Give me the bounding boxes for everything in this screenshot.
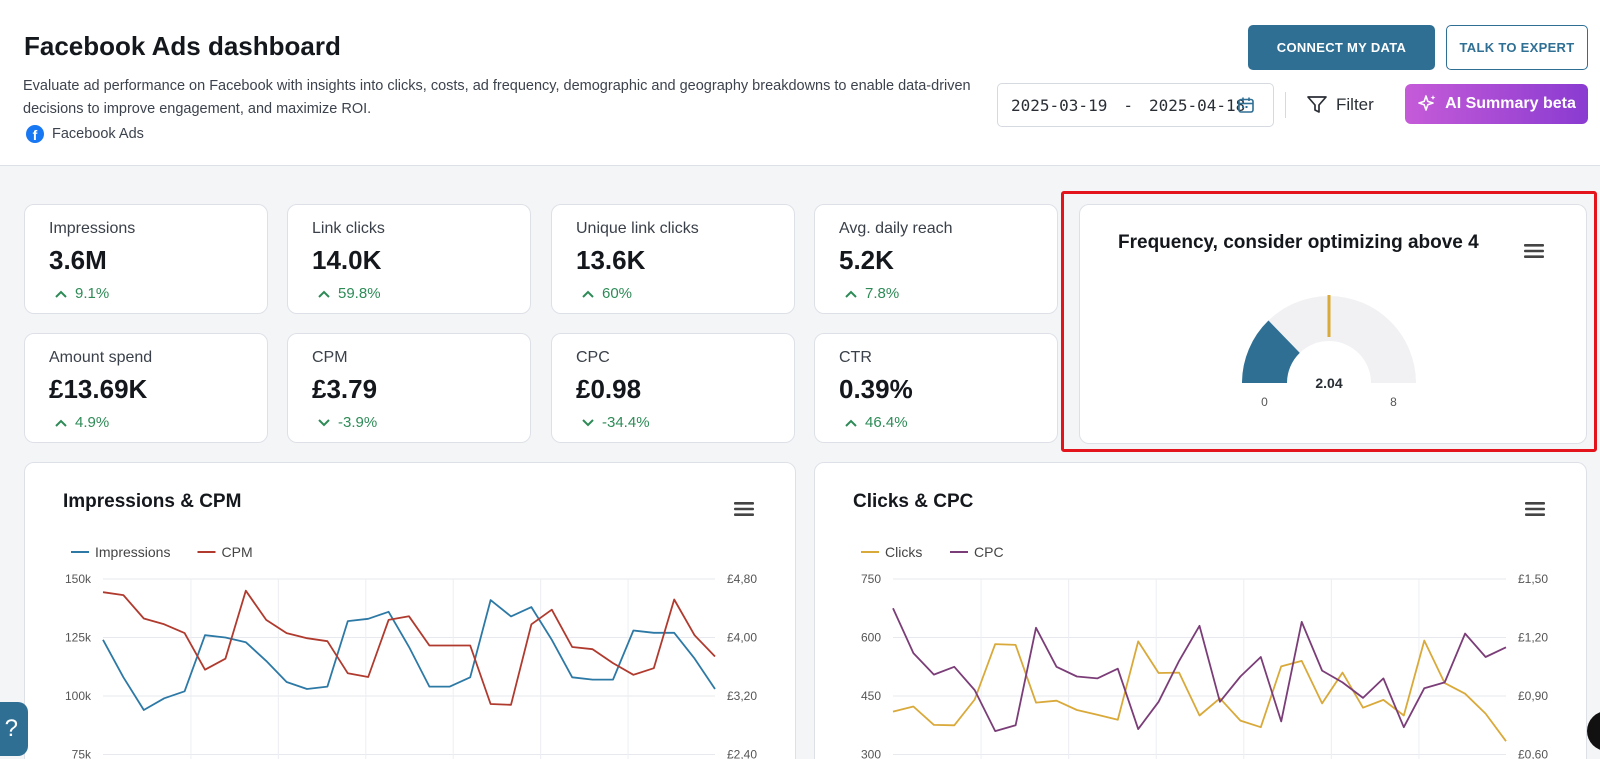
- dashboard-header: Facebook Ads dashboard Evaluate ad perfo…: [0, 0, 1600, 166]
- legend-label: Clicks: [885, 544, 922, 560]
- kpi-delta-value: 59.8%: [338, 285, 381, 302]
- kpi-delta-value: 60%: [602, 285, 633, 302]
- kpi-card: Link clicks 14.0K 59.8%: [287, 204, 531, 314]
- kpi-value: £13.69K: [49, 374, 148, 404]
- highlight-box: [1061, 191, 1597, 452]
- series-line-clicks: [892, 639, 1507, 742]
- filter-button[interactable]: Filter: [1306, 91, 1374, 119]
- legend-label: CPC: [974, 544, 1004, 560]
- date-range-picker[interactable]: 2025-03-19 - 2025-04-18: [997, 83, 1274, 127]
- kpi-delta: 9.1%: [55, 285, 109, 302]
- kpi-card: CPC £0.98 -34.4%: [551, 333, 795, 443]
- y-tick-label: 450: [861, 689, 881, 703]
- trend-up-icon: [318, 290, 330, 298]
- trend-up-icon: [582, 290, 594, 298]
- facebook-icon: f: [26, 125, 44, 143]
- kpi-value: 3.6M: [49, 245, 107, 275]
- y-tick-label: 150k: [65, 572, 92, 586]
- trend-down-icon: [318, 418, 330, 426]
- y-tick-label: 750: [861, 572, 881, 586]
- page-title: Facebook Ads dashboard: [24, 31, 341, 61]
- y-tick-label: 100k: [65, 689, 92, 703]
- kpi-card: Impressions 3.6M 9.1%: [24, 204, 268, 314]
- ai-summary-button[interactable]: AI Summary beta: [1405, 84, 1588, 124]
- kpi-delta: -34.4%: [582, 414, 650, 431]
- kpi-label: Amount spend: [49, 349, 153, 366]
- y2-tick-label: £0,60: [1518, 748, 1548, 759]
- kpi-delta: 46.4%: [845, 414, 908, 431]
- sparkle-icon: [1418, 95, 1436, 111]
- y2-tick-label: £4,00: [727, 631, 757, 645]
- data-source: f Facebook Ads: [26, 125, 144, 143]
- y-tick-label: 125k: [65, 631, 92, 645]
- date-to: 2025-04-18: [1148, 95, 1246, 115]
- ai-summary-label: AI Summary beta: [1445, 95, 1576, 112]
- y-tick-label: 600: [861, 631, 881, 645]
- kpi-delta-value: 46.4%: [865, 414, 908, 431]
- connect-my-data-button[interactable]: CONNECT MY DATA: [1248, 25, 1435, 70]
- talk-to-expert-button[interactable]: TALK TO EXPERT: [1446, 25, 1588, 70]
- trend-up-icon: [845, 290, 857, 298]
- y2-tick-label: £4,80: [727, 572, 757, 586]
- trend-up-icon: [55, 419, 67, 427]
- kpi-value: £3.79: [312, 374, 378, 404]
- kpi-card: Unique link clicks 13.6K 60%: [551, 204, 795, 314]
- impressions-cpm-chart: 150k £4,80 125k £4,00 100k £3,20 75k £2,40 Impre…: [65, 544, 757, 759]
- calendar-icon: [1238, 97, 1254, 113]
- kpi-label: Impressions: [49, 220, 136, 237]
- kpi-value: 0.39%: [839, 374, 913, 404]
- filter-label: Filter: [1336, 95, 1374, 114]
- kpi-delta: 7.8%: [845, 285, 899, 302]
- kpi-card: CPM £3.79 -3.9%: [287, 333, 531, 443]
- y-tick-label: 300: [861, 748, 881, 759]
- y2-tick-label: £1,50: [1518, 572, 1548, 586]
- kpi-delta: 4.9%: [55, 414, 109, 431]
- page-description: Evaluate ad performance on Facebook with…: [23, 78, 971, 117]
- kpi-value: 5.2K: [839, 245, 894, 275]
- legend-label: Impressions: [95, 544, 170, 560]
- trend-up-icon: [55, 290, 67, 298]
- kpi-label: CTR: [839, 349, 872, 366]
- trend-down-icon: [582, 418, 594, 426]
- chat-widget-button[interactable]: [1587, 711, 1600, 751]
- clicks-cpc-chart-card: Clicks & CPC 750 £1,50 600 £1,20 450 £0,90 300…: [814, 462, 1587, 759]
- legend-label: CPM: [222, 544, 253, 560]
- kpi-delta-value: 7.8%: [865, 285, 900, 302]
- kpi-delta: -3.9%: [318, 414, 377, 431]
- kpi-label: Avg. daily reach: [839, 220, 953, 237]
- help-button[interactable]: ?: [0, 702, 28, 756]
- kpi-delta: 59.8%: [318, 285, 381, 302]
- kpi-label: Unique link clicks: [576, 220, 699, 237]
- kpi-delta-value: -34.4%: [602, 414, 650, 431]
- y2-tick-label: £1,20: [1518, 631, 1548, 645]
- y2-tick-label: £0,90: [1518, 689, 1548, 703]
- kpi-label: Link clicks: [312, 220, 385, 237]
- date-from: 2025-03-19: [1011, 95, 1108, 115]
- filter-icon: [1307, 96, 1327, 113]
- header-divider: [1285, 92, 1286, 118]
- kpi-card: CTR 0.39% 46.4%: [814, 333, 1058, 443]
- kpi-value: £0.98: [576, 374, 642, 404]
- kpi-value: 13.6K: [576, 245, 646, 275]
- kpi-delta: 60%: [582, 285, 632, 302]
- y2-tick-label: £3,20: [727, 689, 757, 703]
- trend-up-icon: [845, 419, 857, 427]
- kpi-value: 14.0K: [312, 245, 382, 275]
- y-tick-label: 75k: [72, 748, 92, 759]
- kpi-card: Amount spend £13.69K 4.9%: [24, 333, 268, 443]
- kpi-delta-value: 9.1%: [75, 285, 110, 302]
- date-separator: -: [1123, 95, 1133, 115]
- kpi-delta-value: 4.9%: [75, 414, 110, 431]
- kpi-label: CPC: [576, 349, 610, 366]
- data-source-label: Facebook Ads: [52, 126, 144, 142]
- clicks-cpc-chart: 750 £1,50 600 £1,20 450 £0,90 300 £0,60 Clicks CP…: [861, 544, 1548, 759]
- impressions-cpm-chart-card: Impressions & CPM 150k £4,80 125k £4,00 100k…: [24, 462, 796, 759]
- kpi-delta-value: -3.9%: [338, 414, 378, 431]
- kpi-label: CPM: [312, 349, 348, 366]
- kpi-card: Avg. daily reach 5.2K 7.8%: [814, 204, 1058, 314]
- y2-tick-label: £2,40: [727, 748, 757, 759]
